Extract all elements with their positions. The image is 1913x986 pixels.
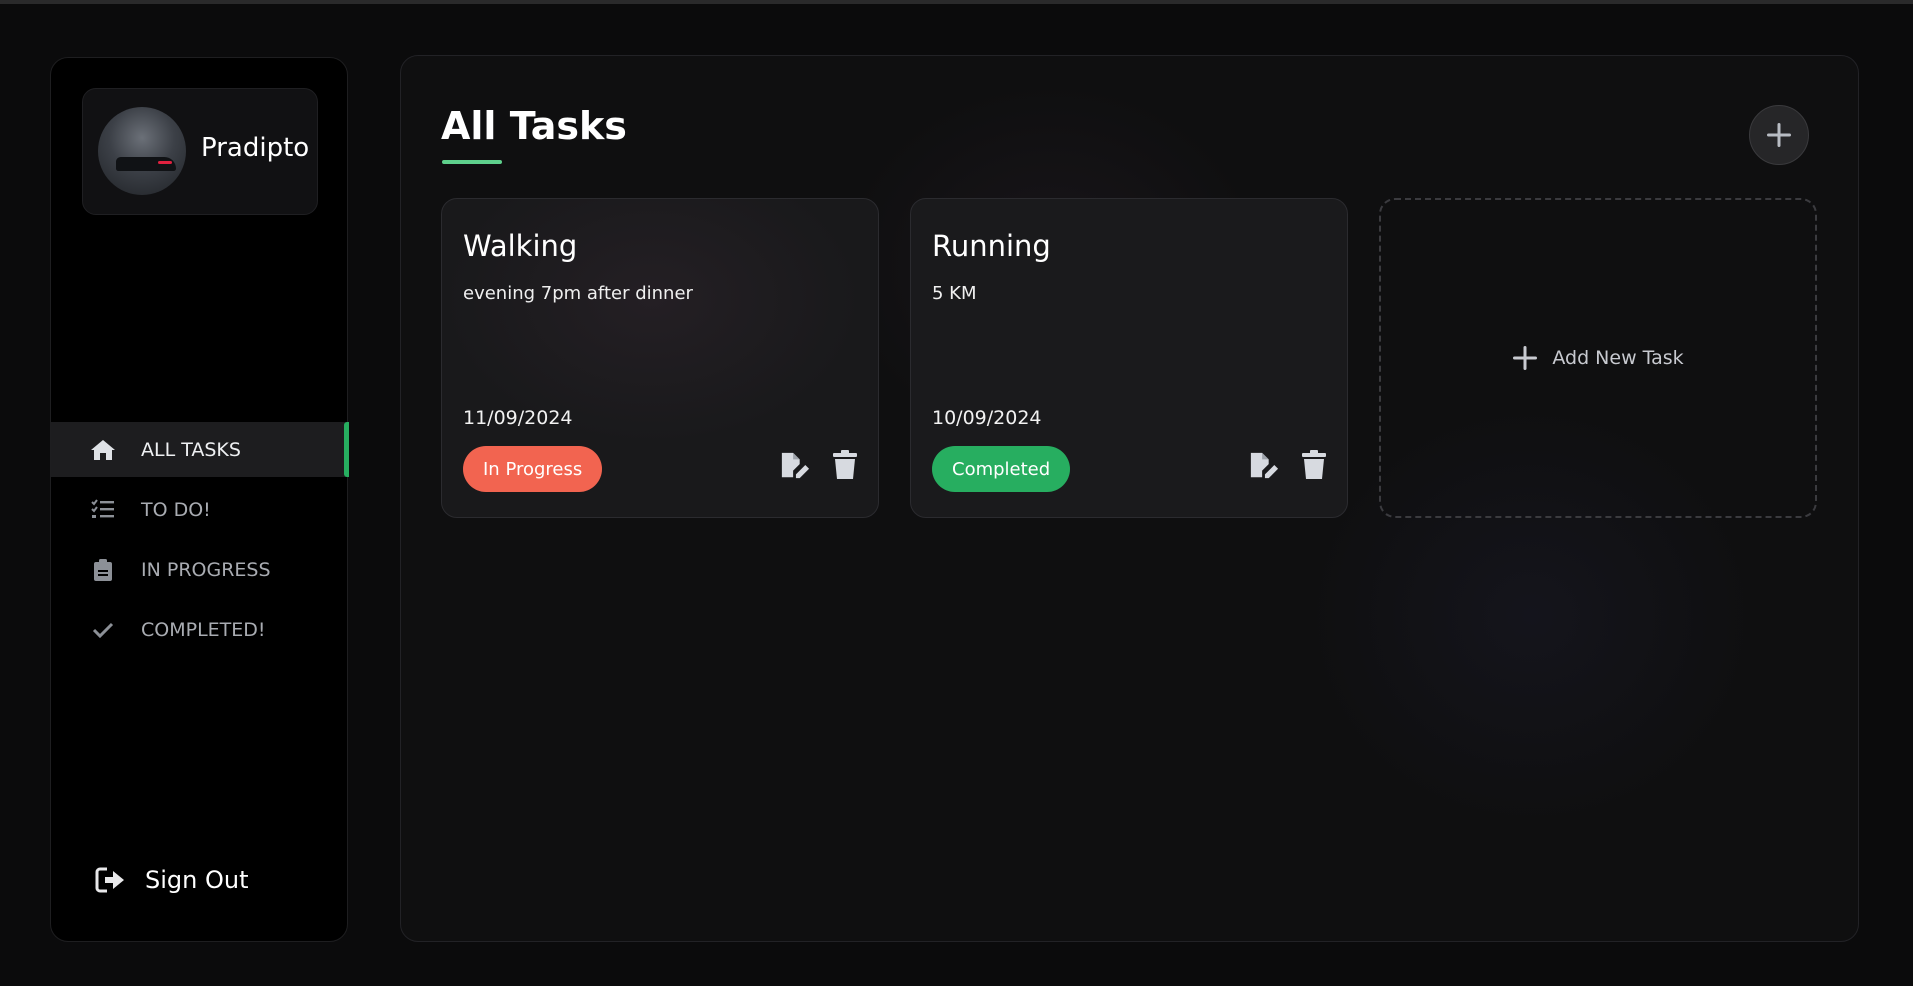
add-new-task-label: Add New Task (1552, 347, 1684, 369)
sidebar-item-in-progress[interactable]: IN PROGRESS (51, 542, 349, 597)
task-title: Walking (463, 229, 578, 263)
page-title: All Tasks (441, 104, 627, 148)
plus-icon (1767, 123, 1791, 147)
sidebar: Pradipto ALL TASKS TO DO! IN PROGRESS CO… (50, 57, 349, 942)
add-task-button[interactable] (1749, 105, 1809, 165)
task-card[interactable]: Walking evening 7pm after dinner 11/09/2… (441, 198, 879, 518)
task-actions (1229, 449, 1329, 481)
avatar (98, 107, 186, 195)
avatar-taillight (158, 161, 172, 164)
home-icon (89, 436, 117, 464)
sidebar-item-label: ALL TASKS (141, 438, 241, 461)
clipboard-icon (89, 556, 117, 584)
add-new-task-card[interactable]: Add New Task (1379, 198, 1817, 518)
trash-icon[interactable] (1299, 449, 1329, 481)
title-underline (442, 160, 502, 164)
sidebar-item-label: TO DO! (141, 498, 211, 521)
task-card[interactable]: Running 5 KM 10/09/2024 Completed (910, 198, 1348, 518)
check-icon (89, 616, 117, 644)
main-panel: All Tasks Walking evening 7pm after dinn… (400, 55, 1859, 942)
avatar-car (116, 157, 176, 171)
sign-out-icon (95, 866, 127, 894)
task-date: 10/09/2024 (932, 407, 1042, 429)
plus-icon (1512, 345, 1538, 371)
sidebar-item-label: COMPLETED! (141, 618, 266, 641)
sidebar-item-todo[interactable]: TO DO! (51, 482, 349, 537)
trash-icon[interactable] (830, 449, 860, 481)
task-title: Running (932, 229, 1051, 263)
profile-name: Pradipto (201, 133, 310, 163)
edit-icon[interactable] (780, 449, 810, 481)
status-badge[interactable]: In Progress (463, 446, 603, 492)
sidebar-item-completed[interactable]: COMPLETED! (51, 602, 349, 657)
profile-card[interactable]: Pradipto (82, 88, 318, 215)
task-actions (760, 449, 860, 481)
task-date: 11/09/2024 (463, 407, 573, 429)
sidebar-item-label: IN PROGRESS (141, 558, 271, 581)
list-check-icon (89, 496, 117, 524)
sign-out-label: Sign Out (145, 866, 249, 894)
sidebar-item-all-tasks[interactable]: ALL TASKS (51, 422, 349, 477)
sidebar-nav: ALL TASKS TO DO! IN PROGRESS COMPLETED! (51, 422, 349, 662)
sign-out-button[interactable]: Sign Out (95, 866, 249, 894)
app: Pradipto ALL TASKS TO DO! IN PROGRESS CO… (0, 4, 1913, 986)
task-description: evening 7pm after dinner (463, 283, 693, 304)
task-description: 5 KM (932, 283, 977, 304)
status-badge[interactable]: Completed (932, 446, 1071, 492)
edit-icon[interactable] (1249, 449, 1279, 481)
